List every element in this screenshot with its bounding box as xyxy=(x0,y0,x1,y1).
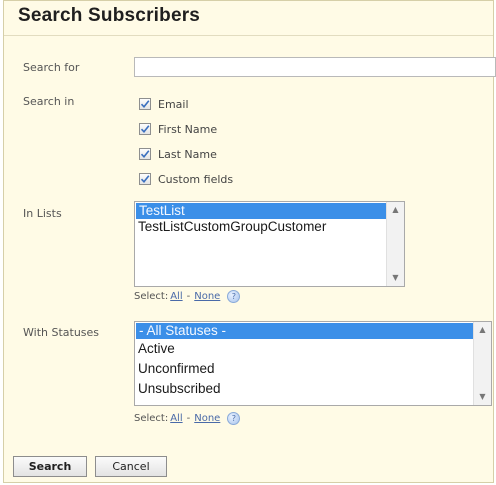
checkmark-icon xyxy=(140,175,150,184)
status-option[interactable]: Unsubscribed xyxy=(135,381,491,397)
status-option[interactable]: - All Statuses - xyxy=(136,323,473,339)
search-input[interactable] xyxy=(134,57,496,77)
checkmark-icon xyxy=(140,150,150,159)
checkbox-label: Email xyxy=(158,97,189,111)
select-prefix: Select: xyxy=(134,413,169,424)
title-divider xyxy=(4,35,493,36)
list-option[interactable]: TestList xyxy=(136,203,386,219)
statuses-listbox[interactable]: - All Statuses - Active Unconfirmed Unsu… xyxy=(134,321,492,406)
search-button[interactable]: Search xyxy=(13,456,87,477)
checkbox-label: First Name xyxy=(158,122,218,136)
search-in-label: Search in xyxy=(23,95,75,108)
scroll-up-arrow-icon[interactable]: ▲ xyxy=(474,322,491,338)
search-for-label: Search for xyxy=(23,61,80,74)
select-prefix: Select: xyxy=(134,291,169,302)
search-subscribers-panel: Search Subscribers Search for Search in … xyxy=(3,0,496,483)
select-none-lists-link[interactable]: None xyxy=(194,291,220,302)
scroll-up-arrow-icon[interactable]: ▲ xyxy=(387,202,404,218)
checkbox-row-custom-fields[interactable]: Custom fields xyxy=(139,171,233,187)
select-separator: - xyxy=(186,291,191,302)
statuses-scrollbar[interactable]: ▲ ▼ xyxy=(473,322,491,405)
status-option[interactable]: Unconfirmed xyxy=(135,361,491,377)
cancel-button[interactable]: Cancel xyxy=(95,456,167,477)
help-icon[interactable]: ? xyxy=(227,290,241,303)
checkbox-label: Last Name xyxy=(158,147,217,161)
checkmark-icon xyxy=(140,125,150,134)
select-separator: - xyxy=(186,413,191,424)
select-none-statuses-link[interactable]: None xyxy=(194,413,220,424)
statuses-select-controls: Select: All - None ? xyxy=(134,412,241,425)
email-checkbox[interactable] xyxy=(139,98,151,110)
checkbox-label: Custom fields xyxy=(158,172,234,186)
list-option[interactable]: TestListCustomGroupCustomer xyxy=(135,219,404,235)
checkmark-icon xyxy=(140,100,150,109)
checkbox-row-email[interactable]: Email xyxy=(139,96,189,112)
last-name-checkbox[interactable] xyxy=(139,148,151,160)
scroll-down-arrow-icon[interactable]: ▼ xyxy=(474,389,491,405)
lists-scrollbar[interactable]: ▲ ▼ xyxy=(386,202,404,286)
checkbox-row-first-name[interactable]: First Name xyxy=(139,121,217,137)
custom-fields-checkbox[interactable] xyxy=(139,173,151,185)
select-all-statuses-link[interactable]: All xyxy=(170,413,182,424)
lists-select-controls: Select: All - None ? xyxy=(134,290,241,303)
in-lists-label: In Lists xyxy=(23,207,62,220)
with-statuses-label: With Statuses xyxy=(23,326,100,339)
checkbox-row-last-name[interactable]: Last Name xyxy=(139,146,217,162)
help-icon[interactable]: ? xyxy=(227,412,241,425)
lists-listbox[interactable]: TestList TestListCustomGroupCustomer ▲ ▼ xyxy=(134,201,405,287)
scroll-down-arrow-icon[interactable]: ▼ xyxy=(387,270,404,286)
page-title: Search Subscribers xyxy=(18,5,201,26)
status-option[interactable]: Active xyxy=(135,341,491,357)
first-name-checkbox[interactable] xyxy=(139,123,151,135)
select-all-lists-link[interactable]: All xyxy=(170,291,182,302)
